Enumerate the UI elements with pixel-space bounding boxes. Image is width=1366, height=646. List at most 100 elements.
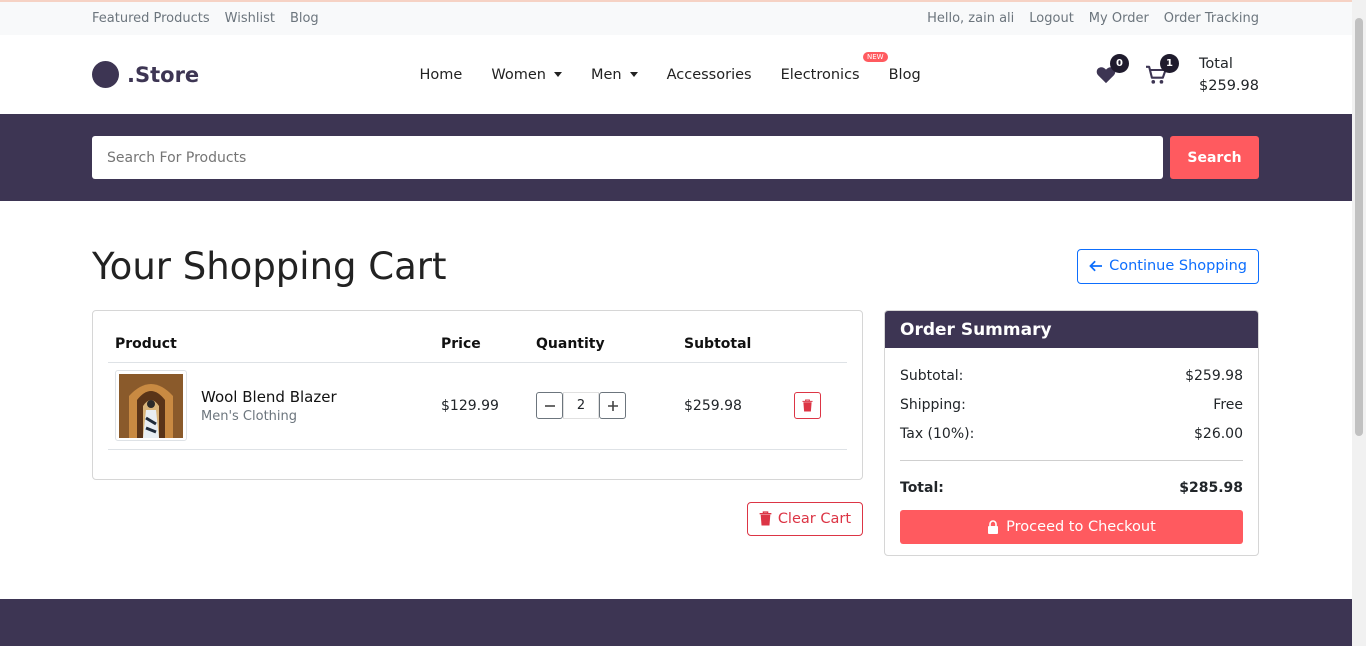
cart-main-row: Product Price Quantity Subtotal Wool Ble… [92, 310, 1259, 556]
summary-shipping-label: Shipping: [900, 396, 966, 413]
nav-electronics-label: Electronics [780, 66, 860, 83]
checkout-label: Proceed to Checkout [1006, 519, 1156, 535]
summary-divider [900, 460, 1243, 461]
summary-shipping-value: Free [1213, 396, 1243, 413]
nav-women[interactable]: Women [491, 67, 562, 83]
search-input[interactable] [92, 136, 1163, 179]
nav-men-label: Men [590, 66, 622, 83]
page: Featured Products Wishlist Blog Hello, z… [0, 0, 1352, 646]
nav-blog[interactable]: Blog [889, 67, 921, 83]
nav-women-label: Women [491, 66, 546, 83]
cart-content: Your Shopping Cart Continue Shopping Pro… [0, 244, 1352, 556]
caret-down-icon [629, 72, 638, 77]
top-left-links: Featured Products Wishlist Blog [92, 11, 319, 26]
summary-tax-value: $26.00 [1194, 425, 1243, 442]
cart-total: Total $259.98 [1199, 53, 1259, 97]
col-subtotal: Subtotal [677, 326, 787, 363]
caret-down-icon [553, 72, 562, 77]
product-photo [119, 373, 183, 438]
scrollbar-thumb[interactable] [1355, 18, 1363, 436]
nav-men[interactable]: Men [591, 67, 638, 83]
summary-shipping-row: Shipping: Free [900, 390, 1243, 419]
increase-quantity-button[interactable] [599, 392, 626, 419]
header-actions: 0 1 Total $259.98 [1091, 53, 1259, 97]
decrease-quantity-button[interactable] [536, 392, 563, 419]
blog-link[interactable]: Blog [290, 11, 319, 26]
product-name[interactable]: Wool Blend Blazer [201, 388, 337, 406]
wishlist-button[interactable]: 0 [1091, 53, 1130, 90]
nav-electronics[interactable]: Electronics NEW [780, 51, 888, 83]
nav-home-label: Home [419, 66, 463, 83]
lock-icon [988, 520, 999, 534]
minus-icon [544, 404, 555, 407]
wishlist-count: 0 [1110, 53, 1130, 73]
brand-name: .Store [127, 62, 200, 87]
col-quantity: Quantity [529, 326, 677, 363]
clear-cart-button[interactable]: Clear Cart [746, 501, 863, 536]
featured-products-link[interactable]: Featured Products [92, 11, 210, 26]
cart-table-card: Product Price Quantity Subtotal Wool Ble… [92, 310, 863, 480]
page-title: Your Shopping Cart [92, 244, 447, 288]
clear-cart-label: Clear Cart [777, 510, 851, 527]
user-greeting: Hello, zain ali [927, 11, 1015, 26]
main-nav: Home Women Men Accessories Electronics NE… [420, 51, 921, 83]
cart-table: Product Price Quantity Subtotal Wool Ble… [108, 326, 847, 450]
nav-accessories-label: Accessories [666, 66, 752, 83]
cart-column: Product Price Quantity Subtotal Wool Ble… [92, 310, 863, 556]
col-product: Product [108, 326, 434, 363]
trash-icon [759, 511, 772, 526]
summary-tax-label: Tax (10%): [900, 425, 975, 442]
logout-link[interactable]: Logout [1029, 11, 1074, 26]
continue-shopping-label: Continue Shopping [1109, 258, 1247, 274]
my-order-link[interactable]: My Order [1089, 11, 1149, 26]
logo-mark [92, 61, 119, 88]
product-image[interactable] [115, 370, 187, 441]
summary-total-label: Total: [900, 479, 944, 496]
search-bar: Search [0, 114, 1352, 201]
summary-tax-row: Tax (10%): $26.00 [900, 419, 1243, 448]
quantity-input[interactable]: 2 [563, 392, 599, 419]
cart-total-label: Total [1199, 55, 1233, 72]
nav-accessories[interactable]: Accessories [667, 67, 752, 83]
summary-total-value: $285.98 [1179, 479, 1243, 496]
col-price: Price [434, 326, 529, 363]
cart-count: 1 [1160, 53, 1180, 73]
nav-home[interactable]: Home [420, 67, 463, 83]
page-scrollbar[interactable] [1352, 0, 1366, 646]
trash-icon [802, 399, 813, 412]
plus-icon [607, 400, 618, 411]
cart-table-header: Product Price Quantity Subtotal [108, 326, 847, 363]
product-cell: Wool Blend Blazer Men's Clothing [115, 370, 427, 441]
remove-item-button[interactable] [794, 392, 821, 419]
summary-subtotal-label: Subtotal: [900, 367, 964, 384]
proceed-to-checkout-button[interactable]: Proceed to Checkout [900, 510, 1243, 544]
new-badge: NEW [863, 51, 888, 62]
product-info: Wool Blend Blazer Men's Clothing [201, 388, 337, 424]
summary-subtotal-value: $259.98 [1185, 367, 1243, 384]
order-summary: Order Summary Subtotal: $259.98 Shipping… [884, 310, 1259, 556]
cart-title-row: Your Shopping Cart Continue Shopping [92, 244, 1259, 288]
cart-total-value: $259.98 [1199, 77, 1259, 94]
product-category: Men's Clothing [201, 408, 298, 424]
brand-logo[interactable]: .Store [92, 61, 199, 88]
order-tracking-link[interactable]: Order Tracking [1164, 11, 1259, 26]
top-utility-bar: Featured Products Wishlist Blog Hello, z… [0, 0, 1352, 35]
search-button[interactable]: Search [1170, 136, 1259, 179]
table-row: Wool Blend Blazer Men's Clothing $129.99 [108, 362, 847, 450]
site-header: .Store Home Women Men Accessories Electr… [0, 35, 1352, 114]
cart-button[interactable]: 1 [1141, 53, 1180, 90]
top-right-links: Hello, zain ali Logout My Order Order Tr… [927, 11, 1259, 26]
arrow-left-icon [1089, 260, 1103, 272]
wishlist-link[interactable]: Wishlist [225, 11, 275, 26]
continue-shopping-button[interactable]: Continue Shopping [1077, 248, 1259, 284]
product-price: $129.99 [434, 362, 529, 450]
summary-subtotal-row: Subtotal: $259.98 [900, 361, 1243, 390]
col-actions [787, 326, 847, 363]
order-summary-body: Subtotal: $259.98 Shipping: Free Tax (10… [885, 348, 1258, 555]
summary-total-row: Total: $285.98 [900, 473, 1243, 502]
quantity-stepper: 2 [536, 392, 670, 419]
product-subtotal: $259.98 [677, 362, 787, 450]
clear-cart-row: Clear Cart [92, 501, 863, 536]
nav-blog-label: Blog [888, 66, 921, 83]
order-summary-title: Order Summary [885, 311, 1258, 348]
